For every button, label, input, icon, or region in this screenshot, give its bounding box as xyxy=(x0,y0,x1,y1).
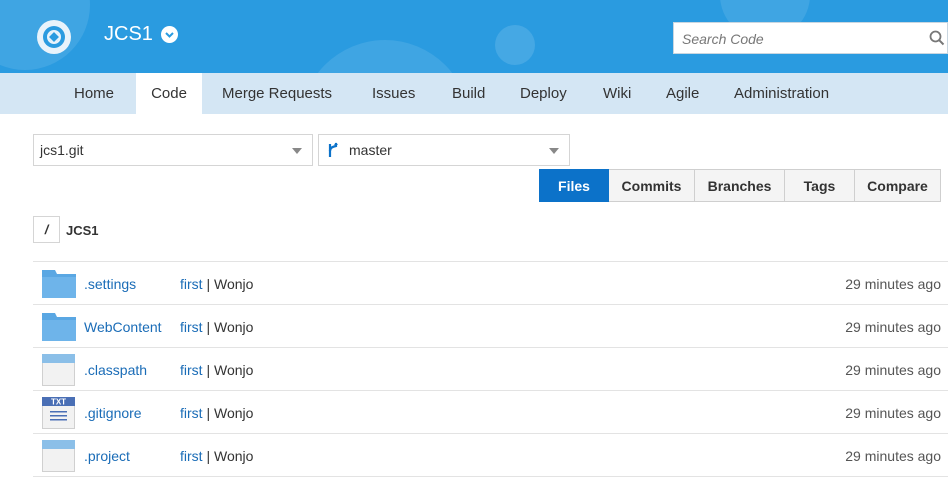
file-icon xyxy=(42,440,75,477)
file-timestamp: 29 minutes ago xyxy=(845,448,941,464)
branch-select-value: master xyxy=(349,142,392,158)
txt-badge: TXT xyxy=(51,398,66,407)
branch-select[interactable]: master xyxy=(318,134,570,166)
list-item[interactable]: .project first | Wonjo 29 minutes ago xyxy=(33,433,948,477)
view-button-group: Files Commits Branches Tags Compare xyxy=(539,169,941,202)
separator: | xyxy=(206,319,211,335)
file-list: .settings first | Wonjo 29 minutes ago W… xyxy=(33,261,948,477)
separator: | xyxy=(206,362,211,378)
folder-icon xyxy=(42,268,76,303)
repository-select[interactable]: jcs1.git xyxy=(33,134,313,166)
search-box[interactable] xyxy=(673,22,948,54)
list-item[interactable]: WebContent first | Wonjo 29 minutes ago xyxy=(33,304,948,347)
commit-info: first | Wonjo xyxy=(180,405,253,421)
file-name-link[interactable]: .classpath xyxy=(84,362,147,378)
decorative-bubble xyxy=(495,25,535,65)
tab-wiki[interactable]: Wiki xyxy=(589,73,645,114)
commits-button[interactable]: Commits xyxy=(609,169,695,202)
tab-issues[interactable]: Issues xyxy=(358,73,429,114)
tab-build[interactable]: Build xyxy=(438,73,499,114)
files-button[interactable]: Files xyxy=(539,169,609,202)
file-icon xyxy=(42,354,75,391)
file-name-link[interactable]: .settings xyxy=(84,276,136,292)
decorative-bubble xyxy=(300,40,470,73)
list-item[interactable]: .classpath first | Wonjo 29 minutes ago xyxy=(33,347,948,390)
commit-author: Wonjo xyxy=(213,448,254,464)
file-name-link[interactable]: .gitignore xyxy=(84,405,142,421)
commit-message-link[interactable]: first xyxy=(180,405,203,421)
breadcrumb-root[interactable]: / xyxy=(33,216,60,243)
repository-select-value: jcs1.git xyxy=(40,142,84,158)
tab-code[interactable]: Code xyxy=(136,73,202,114)
tab-home[interactable]: Home xyxy=(60,73,128,114)
chevron-down-icon[interactable] xyxy=(160,26,178,43)
chevron-down-icon xyxy=(292,148,302,154)
branches-button[interactable]: Branches xyxy=(695,169,785,202)
commit-author: Wonjo xyxy=(213,276,254,292)
file-name-link[interactable]: .project xyxy=(84,448,130,464)
project-name: JCS1 xyxy=(104,23,153,45)
commit-author: Wonjo xyxy=(213,362,254,378)
search-input[interactable] xyxy=(680,24,924,54)
file-name-link[interactable]: WebContent xyxy=(84,319,162,335)
txt-file-icon: TXT xyxy=(42,397,75,434)
separator: | xyxy=(206,276,211,292)
tags-button[interactable]: Tags xyxy=(785,169,855,202)
file-timestamp: 29 minutes ago xyxy=(845,276,941,292)
project-title[interactable]: JCS1 xyxy=(104,23,178,46)
chevron-down-icon xyxy=(549,148,559,154)
header-banner: JCS1 xyxy=(0,0,948,73)
search-icon[interactable] xyxy=(929,30,945,51)
commit-message-link[interactable]: first xyxy=(180,362,203,378)
branch-icon xyxy=(328,142,338,157)
file-timestamp: 29 minutes ago xyxy=(845,319,941,335)
commit-author: Wonjo xyxy=(213,405,254,421)
breadcrumb-current: JCS1 xyxy=(66,223,99,238)
commit-message-link[interactable]: first xyxy=(180,448,203,464)
tab-administration[interactable]: Administration xyxy=(720,73,843,114)
commit-author: Wonjo xyxy=(213,319,254,335)
list-item[interactable]: .settings first | Wonjo 29 minutes ago xyxy=(33,261,948,304)
project-logo-icon[interactable] xyxy=(37,20,71,54)
commit-info: first | Wonjo xyxy=(180,276,253,292)
separator: | xyxy=(206,405,211,421)
list-item[interactable]: TXT .gitignore first | Wonjo 29 minutes … xyxy=(33,390,948,433)
file-timestamp: 29 minutes ago xyxy=(845,405,941,421)
commit-message-link[interactable]: first xyxy=(180,276,203,292)
tab-deploy[interactable]: Deploy xyxy=(506,73,581,114)
separator: | xyxy=(206,448,211,464)
commit-message-link[interactable]: first xyxy=(180,319,203,335)
tab-merge-requests[interactable]: Merge Requests xyxy=(208,73,346,114)
compare-button[interactable]: Compare xyxy=(855,169,941,202)
commit-info: first | Wonjo xyxy=(180,448,253,464)
commit-info: first | Wonjo xyxy=(180,319,253,335)
tab-agile[interactable]: Agile xyxy=(652,73,713,114)
commit-info: first | Wonjo xyxy=(180,362,253,378)
file-timestamp: 29 minutes ago xyxy=(845,362,941,378)
folder-icon xyxy=(42,311,76,346)
main-nav: Home Code Merge Requests Issues Build De… xyxy=(0,73,948,114)
